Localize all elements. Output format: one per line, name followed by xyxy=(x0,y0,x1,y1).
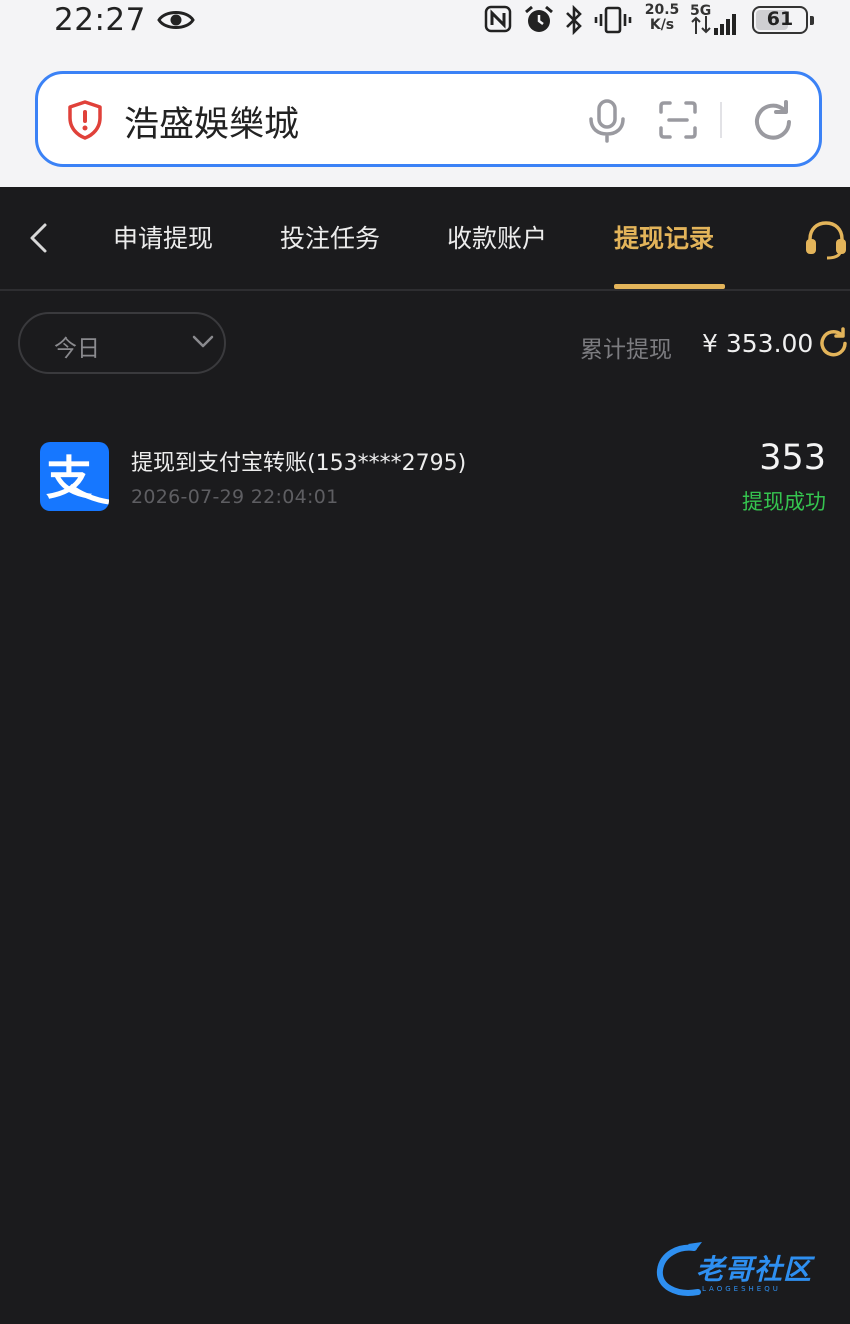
total-withdraw-value: ¥ 353.00 xyxy=(702,329,814,358)
back-icon[interactable] xyxy=(28,222,50,254)
vibrate-icon xyxy=(594,6,632,34)
watermark-logo: 老哥社区 LAOGESHEQU xyxy=(654,1240,834,1300)
tab-receiving-accounts[interactable]: 收款账户 xyxy=(447,219,547,255)
list-item[interactable]: 支 提现到支付宝转账(153****2795) 2026-07-29 22:04… xyxy=(0,425,850,535)
mic-icon[interactable] xyxy=(586,98,628,144)
alarm-icon xyxy=(525,5,553,32)
net-speed-value: 20.5 xyxy=(644,2,680,18)
status-time: 22:27 xyxy=(54,2,146,38)
tab-withdraw-records[interactable]: 提现记录 xyxy=(614,219,714,255)
alipay-icon: 支 xyxy=(40,442,109,511)
net-speed: 20.5 K/s xyxy=(640,3,684,33)
shield-icon[interactable] xyxy=(66,100,104,140)
record-amount: 353 xyxy=(759,438,826,478)
active-tab-indicator xyxy=(614,284,725,289)
date-filter-value: 今日 xyxy=(54,336,100,362)
net-speed-unit: K/s xyxy=(649,17,675,33)
address-bar[interactable]: 浩盛娛樂城 xyxy=(35,71,822,167)
browser-chrome: 22:27 20.5 K/s 5G 61 浩盛娛樂城 xyxy=(0,0,850,187)
refresh-icon[interactable] xyxy=(750,99,796,145)
status-bar: 22:27 20.5 K/s 5G 61 xyxy=(0,0,850,42)
battery-level: 61 xyxy=(766,8,794,30)
record-status: 提现成功 xyxy=(742,490,826,514)
chevron-down-icon xyxy=(192,335,214,348)
signal-icon xyxy=(691,14,736,35)
bluetooth-icon xyxy=(566,5,582,35)
record-time: 2026-07-29 22:04:01 xyxy=(131,486,339,508)
watermark-subtext: LAOGESHEQU xyxy=(702,1285,781,1293)
tab-betting-tasks[interactable]: 投注任务 xyxy=(280,219,380,255)
tab-apply-withdraw[interactable]: 申请提现 xyxy=(113,219,213,255)
eye-icon xyxy=(157,11,195,29)
battery-icon: 61 xyxy=(752,6,814,34)
nfc-icon xyxy=(484,5,512,33)
url-text[interactable]: 浩盛娛樂城 xyxy=(124,96,299,147)
address-divider xyxy=(720,102,722,138)
watermark-text: 老哥社区 xyxy=(696,1253,813,1286)
date-filter-select[interactable]: 今日 xyxy=(18,312,226,374)
total-withdraw-label: 累计提现 xyxy=(580,337,672,363)
refresh-total-icon[interactable] xyxy=(817,327,850,360)
record-title: 提现到支付宝转账(153****2795) xyxy=(131,451,467,476)
tab-bar: 申请提现 投注任务 收款账户 提现记录 xyxy=(0,187,850,291)
headset-icon[interactable] xyxy=(804,220,848,260)
alipay-glyph: 支 xyxy=(46,451,109,505)
scan-icon[interactable] xyxy=(658,100,698,140)
